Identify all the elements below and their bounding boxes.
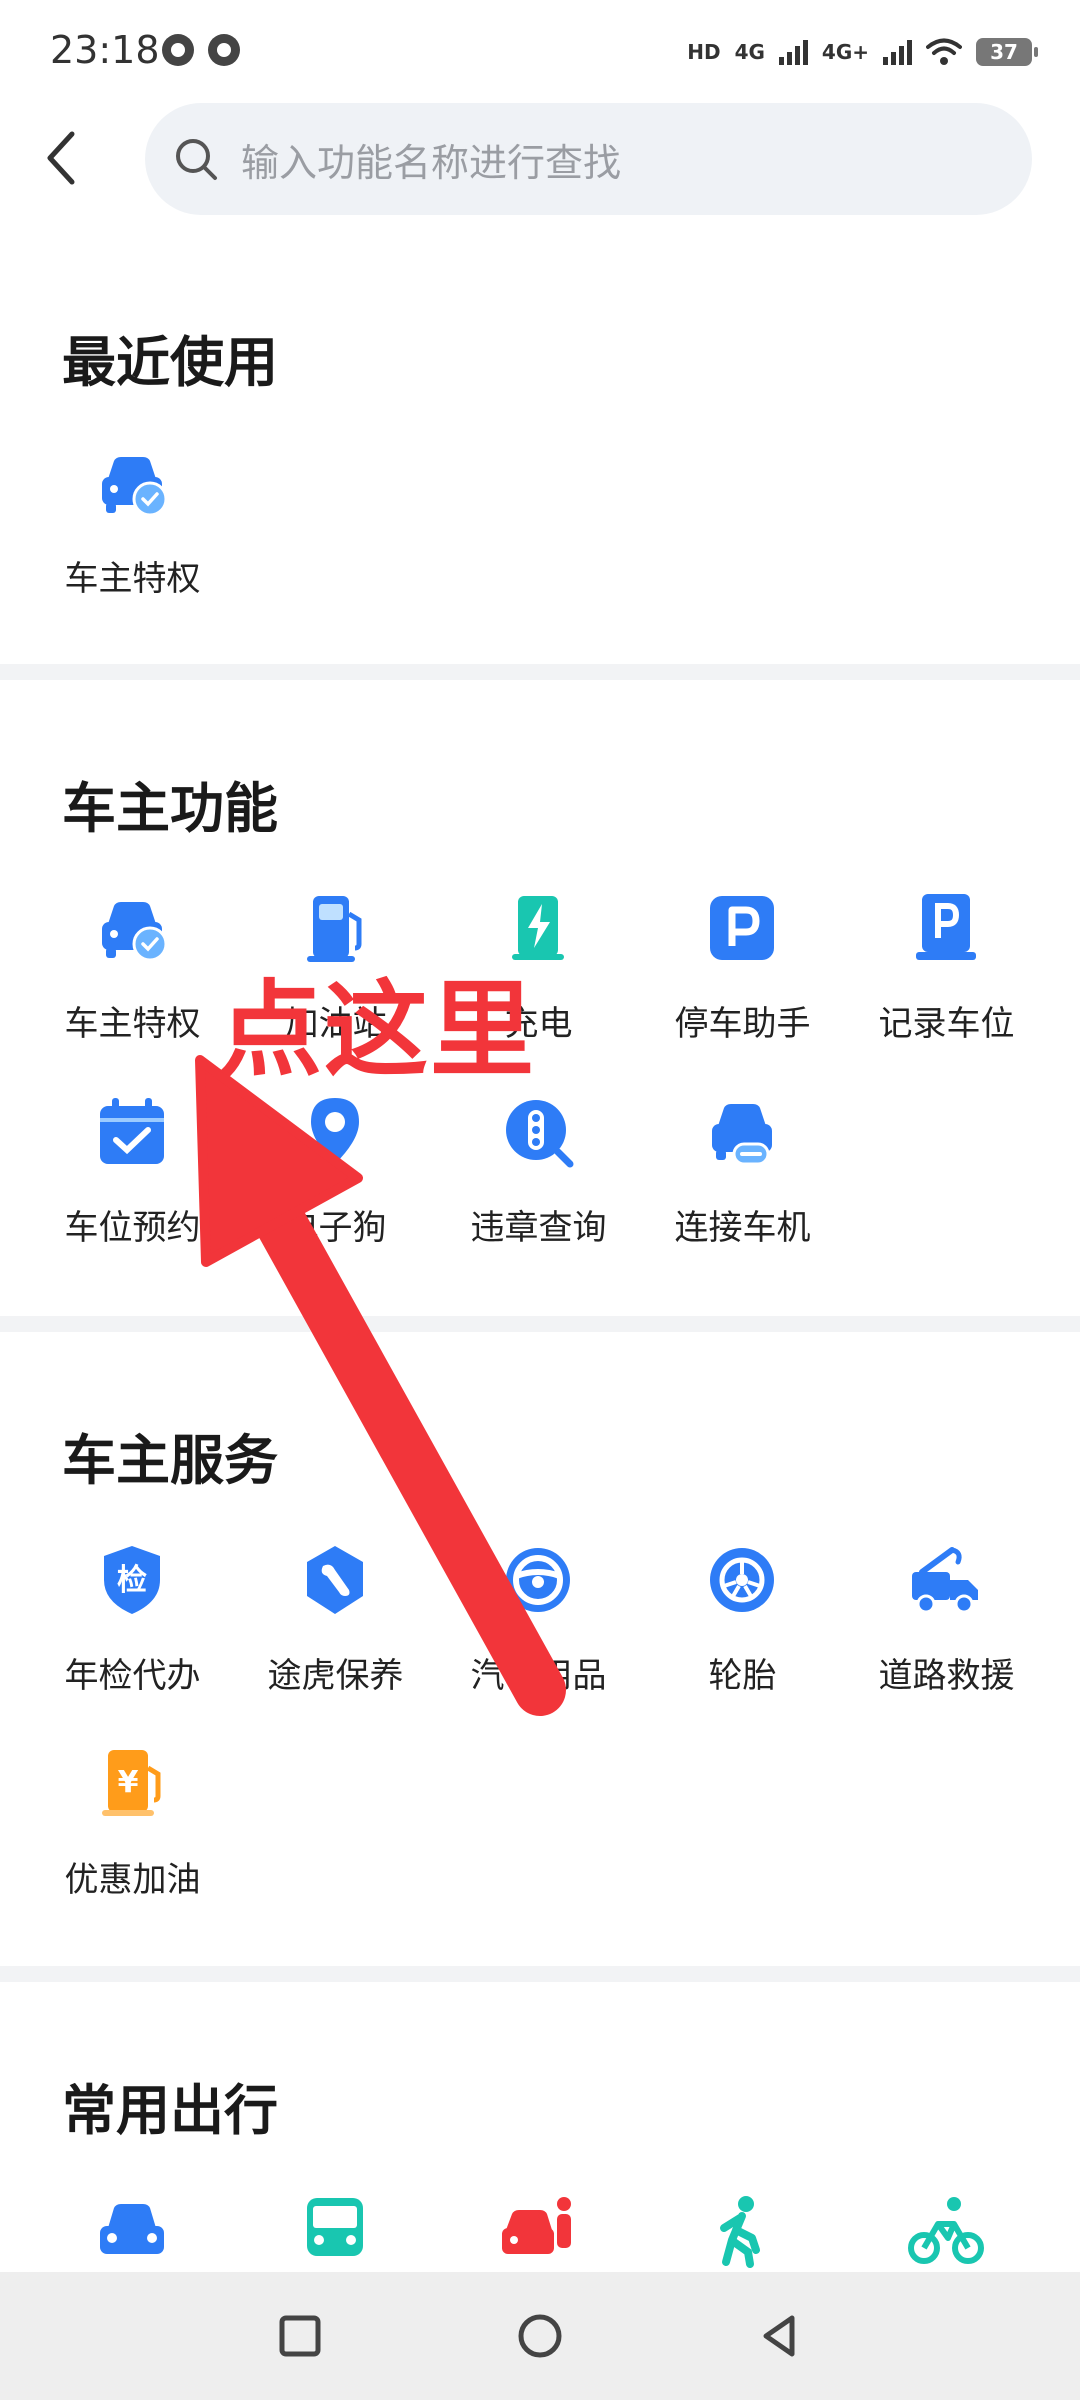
recent-section: 最近使用 车主特权: [0, 260, 1080, 660]
network-label: 4G: [734, 40, 765, 64]
search-icon: [176, 139, 217, 180]
service-item-car-accessories[interactable]: 汽车用品: [436, 1542, 641, 1732]
search-bar[interactable]: 输入功能名称进行查找: [145, 103, 1032, 215]
inspection-shield-icon: 检: [104, 1546, 160, 1614]
service-item-discount-fuel[interactable]: ¥ 优惠加油: [30, 1746, 235, 1936]
tire-icon: [710, 1548, 774, 1612]
travel-item-taxi[interactable]: [436, 2194, 641, 2270]
tow-truck-icon: [912, 1547, 978, 1614]
function-item-car-privilege[interactable]: 车主特权: [30, 445, 235, 635]
hd-label: HD: [687, 40, 721, 64]
service-item-road-rescue[interactable]: 道路救援: [844, 1542, 1049, 1732]
section-divider: [0, 1316, 1080, 1332]
travel-item-walk[interactable]: [640, 2194, 845, 2270]
car-icon: [100, 2204, 164, 2254]
sync-icon: [162, 34, 194, 66]
item-label: 车主特权: [64, 559, 201, 599]
item-label: 电子狗: [284, 1208, 387, 1248]
app-root: { "status_bar": { "time": "23:18", "hd_l…: [0, 0, 1080, 2400]
function-item-car-privilege[interactable]: 车主特权: [30, 890, 235, 1080]
item-label: 道路救援: [878, 1656, 1015, 1696]
item-label: 车位预约: [64, 1208, 201, 1248]
section-divider: [0, 1966, 1080, 1982]
parking-icon: [710, 896, 774, 960]
section-title: 车主功能: [62, 777, 278, 840]
yuan-fuel-icon: ¥: [102, 1750, 161, 1816]
function-item-record-parking[interactable]: 记录车位: [844, 890, 1049, 1080]
item-label: 轮胎: [708, 1656, 777, 1696]
signal-icon: [778, 39, 808, 65]
item-label: 汽车用品: [470, 1656, 607, 1696]
item-label: 优惠加油: [64, 1860, 201, 1900]
item-label: 连接车机: [674, 1208, 811, 1248]
function-item-parking-reservation[interactable]: 车位预约: [30, 1094, 235, 1284]
common-travel-section: 常用出行: [0, 1982, 1080, 2272]
recents-button[interactable]: [270, 2306, 330, 2366]
wifi-icon: [926, 38, 962, 65]
back-button[interactable]: [38, 128, 88, 188]
service-item-tuhu-maintenance[interactable]: 途虎保养: [233, 1542, 438, 1732]
travel-item-car[interactable]: [30, 2194, 235, 2270]
travel-item-bike[interactable]: [844, 2194, 1049, 2270]
owner-functions-section: 车主功能 车主特权 加油站 充电 停车助手 记录车位 车位预约 电子狗 违章查询…: [0, 680, 1080, 1316]
bus-icon: [307, 2198, 363, 2256]
item-label: 停车助手: [674, 1004, 811, 1044]
parking-sign-icon: [916, 894, 976, 960]
status-bar: 23:18 HD 4G 4G+ 37: [0, 0, 1080, 100]
item-label: 年检代办: [64, 1656, 201, 1696]
item-label: 记录车位: [878, 1004, 1015, 1044]
section-title: 最近使用: [62, 331, 278, 394]
calendar-check-icon: [100, 1098, 164, 1164]
annotation-text: 点这里: [218, 969, 537, 1091]
svg-text:检: 检: [117, 1563, 147, 1598]
navigation-bar: [0, 2272, 1080, 2400]
item-label: 违章查询: [470, 1208, 607, 1248]
search-input[interactable]: 输入功能名称进行查找: [241, 132, 621, 187]
function-item-car-connect[interactable]: 连接车机: [640, 1094, 845, 1284]
svg-text:¥: ¥: [118, 1765, 139, 1800]
location-pin-icon: [311, 1098, 359, 1164]
item-label: 途虎保养: [267, 1656, 404, 1696]
function-item-violation-query[interactable]: 违章查询: [436, 1094, 641, 1284]
network-label: 4G+: [821, 40, 869, 64]
traffic-light-icon: [506, 1100, 574, 1168]
battery-indicator: 37: [976, 38, 1038, 66]
service-item-annual-inspection[interactable]: 检 年检代办: [30, 1542, 235, 1732]
function-item-parking-assistant[interactable]: 停车助手: [640, 890, 845, 1080]
travel-item-bus[interactable]: [233, 2194, 438, 2270]
service-item-tires[interactable]: 轮胎: [640, 1542, 845, 1732]
section-divider: [0, 664, 1080, 680]
status-indicators: HD 4G 4G+ 37: [687, 32, 1038, 72]
function-item-radar-detector[interactable]: 电子狗: [233, 1094, 438, 1284]
back-nav-button[interactable]: [750, 2306, 810, 2366]
sync-icon: [208, 34, 240, 66]
cycling-icon: [908, 2197, 984, 2264]
section-title: 常用出行: [62, 2079, 278, 2142]
car-check-icon: [102, 902, 168, 962]
wrench-icon: [307, 1546, 363, 1614]
home-button[interactable]: [510, 2306, 570, 2366]
car-check-icon: [102, 457, 168, 517]
steering-wheel-icon: [506, 1548, 570, 1612]
status-time: 23:18: [50, 28, 160, 72]
taxi-icon: [502, 2197, 571, 2254]
owner-services-section: 车主服务 检 年检代办 途虎保养 汽车用品 轮胎 道路救援 ¥ 优惠加油: [0, 1332, 1080, 1962]
car-link-icon: [712, 1104, 772, 1166]
section-title: 车主服务: [62, 1429, 278, 1492]
signal-icon: [883, 39, 912, 65]
walking-icon: [720, 2196, 760, 2268]
item-label: 车主特权: [64, 1004, 201, 1044]
